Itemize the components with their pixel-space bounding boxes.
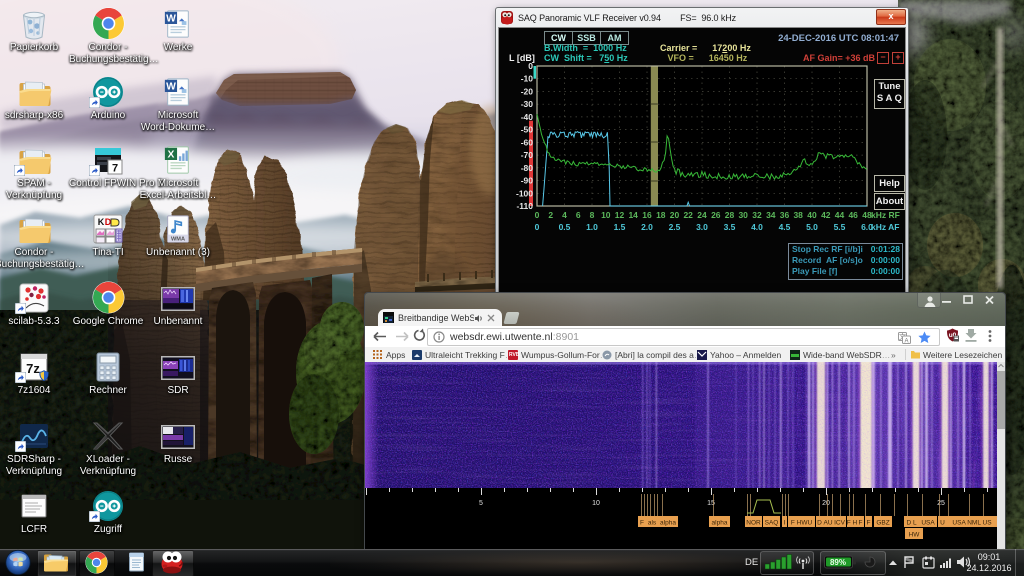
svg-text:-90: -90 — [521, 176, 534, 186]
svg-text:36: 36 — [780, 210, 790, 220]
svg-text:0.5: 0.5 — [559, 222, 571, 232]
svg-text:kHz AF: kHz AF — [871, 222, 900, 232]
svg-text:38: 38 — [793, 210, 803, 220]
svg-text:F HWU: F HWU — [791, 520, 813, 527]
svg-text:USA NML US: USA NML US — [952, 520, 992, 527]
svg-text:10: 10 — [601, 210, 611, 220]
svg-text:-60: -60 — [521, 137, 534, 147]
svg-text:F H: F H — [847, 520, 858, 527]
svg-text:10: 10 — [592, 500, 600, 507]
svg-text:I: I — [784, 520, 786, 527]
svg-text:24: 24 — [697, 210, 707, 220]
svg-text:20: 20 — [670, 210, 680, 220]
svg-text:alpha: alpha — [660, 520, 676, 527]
svg-text:6: 6 — [576, 210, 581, 220]
svg-text:4.5: 4.5 — [779, 222, 791, 232]
svg-text:34: 34 — [766, 210, 776, 220]
svg-text:25: 25 — [937, 500, 945, 507]
svg-text:4: 4 — [562, 210, 567, 220]
svg-text:-70: -70 — [521, 150, 534, 160]
svg-text:-40: -40 — [521, 112, 534, 122]
svg-text:-110: -110 — [516, 201, 533, 211]
svg-text:-30: -30 — [521, 99, 534, 109]
svg-text:USA: USA — [921, 520, 935, 527]
svg-text:0: 0 — [535, 222, 540, 232]
svg-text:-10: -10 — [521, 74, 534, 84]
svg-text:28: 28 — [725, 210, 735, 220]
svg-text:14: 14 — [628, 210, 638, 220]
svg-text:NOR: NOR — [746, 520, 761, 527]
svg-text:F: F — [867, 520, 871, 527]
svg-text:alpha: alpha — [712, 520, 728, 527]
svg-text:-50: -50 — [521, 125, 534, 135]
svg-text:22: 22 — [683, 210, 693, 220]
svg-text:AU: AU — [823, 520, 832, 527]
svg-text:40: 40 — [807, 210, 817, 220]
svg-text:F: F — [640, 520, 644, 527]
svg-text:-20: -20 — [521, 87, 534, 97]
svg-text:89%: 89% — [830, 558, 846, 567]
svg-text:5: 5 — [479, 500, 483, 507]
svg-text:20: 20 — [822, 500, 830, 507]
svg-text:32: 32 — [752, 210, 762, 220]
svg-text:44: 44 — [835, 210, 845, 220]
svg-text:D: D — [817, 520, 822, 527]
svg-text:SAQ: SAQ — [765, 520, 779, 527]
svg-text:4.0: 4.0 — [751, 222, 763, 232]
svg-text:HW: HW — [909, 532, 921, 539]
svg-text:als: als — [648, 520, 657, 527]
svg-text:42: 42 — [821, 210, 831, 220]
svg-text:2.0: 2.0 — [641, 222, 653, 232]
svg-text:15: 15 — [707, 500, 715, 507]
svg-text:ICV: ICV — [834, 520, 846, 527]
svg-text:8: 8 — [590, 210, 595, 220]
svg-text:1.0: 1.0 — [586, 222, 598, 232]
svg-text:0: 0 — [535, 210, 540, 220]
svg-text:3.5: 3.5 — [724, 222, 736, 232]
svg-text:18: 18 — [656, 210, 666, 220]
svg-text:12: 12 — [615, 210, 625, 220]
svg-text:26: 26 — [711, 210, 721, 220]
svg-text:5.0: 5.0 — [806, 222, 818, 232]
svg-text:46: 46 — [848, 210, 858, 220]
svg-text:30: 30 — [738, 210, 748, 220]
svg-text:1.5: 1.5 — [614, 222, 626, 232]
svg-text:2: 2 — [548, 210, 553, 220]
svg-text:2.5: 2.5 — [669, 222, 681, 232]
svg-text:F: F — [859, 520, 863, 527]
svg-text:D L: D L — [906, 520, 917, 527]
svg-text:16: 16 — [642, 210, 652, 220]
svg-text:5.5: 5.5 — [834, 222, 846, 232]
svg-text:A: A — [904, 338, 908, 344]
svg-text:-100: -100 — [516, 188, 533, 198]
svg-text:GBZ: GBZ — [876, 520, 889, 527]
svg-text:-80: -80 — [521, 163, 534, 173]
svg-text:U: U — [940, 520, 945, 527]
svg-text:kHz RF: kHz RF — [871, 210, 900, 220]
svg-text:3.0: 3.0 — [696, 222, 708, 232]
